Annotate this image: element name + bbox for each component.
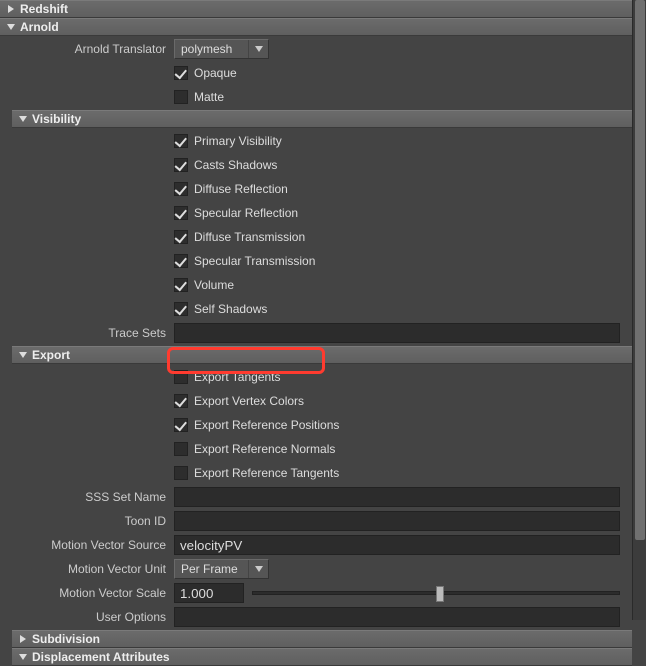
sss-set-name-input[interactable] [174,487,620,507]
section-title: Visibility [32,112,81,126]
self-shadows-checkbox[interactable] [174,302,188,316]
vertical-scrollbar[interactable] [632,0,646,620]
section-redshift[interactable]: Redshift [0,0,632,18]
section-visibility[interactable]: Visibility [12,110,632,128]
casts-shadows-label: Casts Shadows [194,158,277,172]
chevron-right-icon [18,634,28,644]
section-displacement[interactable]: Displacement Attributes [12,648,632,666]
section-subdivision[interactable]: Subdivision [12,630,632,648]
trace-sets-input[interactable] [174,323,620,343]
self-shadows-label: Self Shadows [194,302,267,316]
mv-unit-dropdown[interactable]: Per Frame [174,559,269,579]
chevron-down-icon [248,40,268,58]
toon-id-label: Toon ID [6,514,174,528]
section-title: Export [32,348,70,362]
diffuse-reflection-checkbox[interactable] [174,182,188,196]
export-reference-normals-checkbox[interactable] [174,442,188,456]
mv-unit-label: Motion Vector Unit [6,562,174,576]
matte-checkbox[interactable] [174,90,188,104]
export-tangents-checkbox[interactable] [174,370,188,384]
mv-scale-label: Motion Vector Scale [6,586,174,600]
volume-label: Volume [194,278,234,292]
section-title: Displacement Attributes [32,650,170,664]
slider-thumb[interactable] [436,586,444,602]
arnold-translator-label: Arnold Translator [6,42,174,56]
opaque-checkbox[interactable] [174,66,188,80]
toon-id-input[interactable] [174,511,620,531]
casts-shadows-checkbox[interactable] [174,158,188,172]
mv-source-label: Motion Vector Source [6,538,174,552]
mv-scale-slider[interactable] [252,591,620,595]
mv-scale-input[interactable] [174,583,244,603]
primary-visibility-label: Primary Visibility [194,134,282,148]
export-tangents-label: Export Tangents [194,370,281,384]
diffuse-transmission-checkbox[interactable] [174,230,188,244]
specular-transmission-checkbox[interactable] [174,254,188,268]
primary-visibility-checkbox[interactable] [174,134,188,148]
mv-source-input[interactable] [174,535,620,555]
chevron-down-icon [6,22,16,32]
export-vertex-colors-label: Export Vertex Colors [194,394,304,408]
specular-reflection-label: Specular Reflection [194,206,298,220]
specular-transmission-label: Specular Transmission [194,254,315,268]
section-arnold[interactable]: Arnold [0,18,632,36]
dropdown-value: Per Frame [175,562,248,576]
export-reference-normals-label: Export Reference Normals [194,442,335,456]
diffuse-reflection-label: Diffuse Reflection [194,182,288,196]
chevron-down-icon [18,652,28,662]
user-options-input[interactable] [174,607,620,627]
chevron-down-icon [18,350,28,360]
dropdown-value: polymesh [175,42,248,56]
diffuse-transmission-label: Diffuse Transmission [194,230,305,244]
export-reference-positions-label: Export Reference Positions [194,418,339,432]
specular-reflection-checkbox[interactable] [174,206,188,220]
user-options-label: User Options [6,610,174,624]
chevron-down-icon [18,114,28,124]
scrollbar-thumb[interactable] [635,0,645,540]
chevron-down-icon [248,560,268,578]
export-vertex-colors-checkbox[interactable] [174,394,188,408]
export-reference-tangents-checkbox[interactable] [174,466,188,480]
opaque-label: Opaque [194,66,237,80]
trace-sets-label: Trace Sets [6,326,174,340]
export-reference-tangents-label: Export Reference Tangents [194,466,339,480]
volume-checkbox[interactable] [174,278,188,292]
export-reference-positions-checkbox[interactable] [174,418,188,432]
section-title: Arnold [20,20,59,34]
section-title: Subdivision [32,632,100,646]
section-title: Redshift [20,2,68,16]
section-export[interactable]: Export [12,346,632,364]
sss-set-name-label: SSS Set Name [6,490,174,504]
chevron-right-icon [6,4,16,14]
matte-label: Matte [194,90,224,104]
arnold-translator-dropdown[interactable]: polymesh [174,39,269,59]
